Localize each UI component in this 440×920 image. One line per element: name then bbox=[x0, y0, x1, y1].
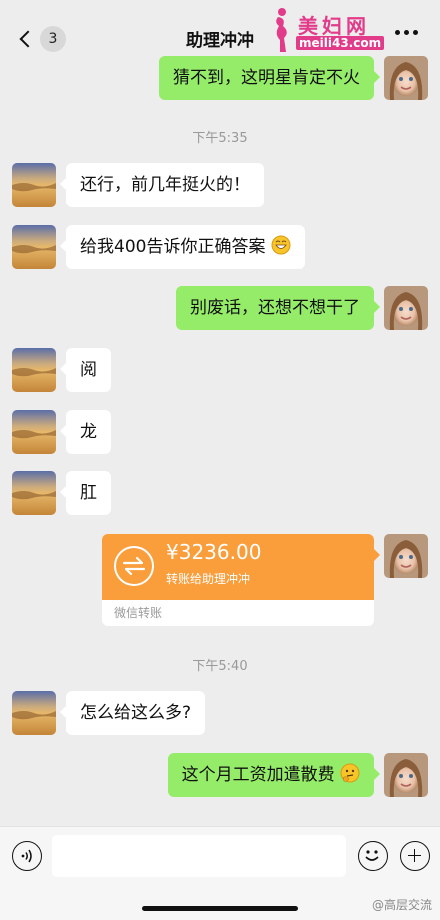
brand-url: meili43.com bbox=[296, 36, 385, 50]
timestamp: 下午5:40 bbox=[192, 659, 248, 674]
self-avatar[interactable] bbox=[384, 56, 428, 100]
emoji-icon bbox=[365, 850, 379, 861]
message-text: 给我400告诉你正确答案 bbox=[80, 237, 266, 257]
self-avatar[interactable] bbox=[384, 534, 428, 578]
contact-avatar[interactable] bbox=[12, 163, 56, 207]
dot bbox=[413, 30, 418, 35]
voice-button[interactable] bbox=[12, 841, 42, 871]
plus-button[interactable] bbox=[400, 841, 430, 871]
voice-icon bbox=[21, 849, 32, 863]
message-text: 这个月工资加遣散费 bbox=[181, 765, 335, 785]
message-bubble[interactable]: 怎么给这么多? bbox=[59, 691, 206, 735]
message-bubble[interactable]: 肛 bbox=[60, 471, 111, 515]
transfer-description: 转账给助理冲冲 bbox=[166, 572, 251, 586]
message-bubble[interactable]: 别废话，还想不想干了 bbox=[176, 286, 380, 330]
emoji-button[interactable] bbox=[358, 841, 388, 871]
message-row: 这个月工资加遣散费 bbox=[167, 753, 428, 797]
message-row: 还行，前几年挺火的！ bbox=[12, 163, 264, 207]
brand-name: 美妇网 bbox=[298, 14, 370, 38]
contact-avatar[interactable] bbox=[12, 225, 56, 269]
woman-silhouette-icon bbox=[276, 8, 287, 52]
message-row: 怎么给这么多? bbox=[12, 691, 206, 735]
transfer-bubble-tail bbox=[374, 549, 380, 561]
self-avatar[interactable] bbox=[384, 753, 428, 797]
message-bubble[interactable]: 龙 bbox=[60, 410, 111, 454]
message-row: 龙 bbox=[12, 410, 111, 454]
transfer-arrows-icon bbox=[114, 546, 154, 586]
dot bbox=[404, 30, 409, 35]
message-row: 阅 bbox=[12, 348, 111, 392]
message-bubble[interactable]: 还行，前几年挺火的！ bbox=[60, 163, 264, 207]
grin-emoji-icon bbox=[271, 235, 291, 255]
dot bbox=[395, 30, 400, 35]
self-avatar[interactable] bbox=[384, 286, 428, 330]
transfer-amount: ¥3236.00 bbox=[166, 540, 262, 564]
message-bubble[interactable]: 阅 bbox=[60, 348, 111, 392]
transfer-card[interactable]: ¥3236.00 转账给助理冲冲 微信转账 bbox=[102, 534, 374, 626]
message-bubble[interactable]: 给我400告诉你正确答案 bbox=[60, 225, 305, 269]
contact-avatar[interactable] bbox=[12, 348, 56, 392]
timestamp: 下午5:35 bbox=[192, 131, 248, 146]
message-row: 给我400告诉你正确答案 bbox=[12, 225, 305, 269]
home-indicator bbox=[142, 906, 298, 911]
contact-avatar[interactable] bbox=[12, 471, 56, 515]
message-row: 肛 bbox=[12, 471, 111, 515]
transfer-footer: 微信转账 bbox=[114, 606, 163, 620]
transfer-card-top: ¥3236.00 转账给助理冲冲 bbox=[102, 534, 374, 600]
message-row bbox=[384, 534, 428, 578]
message-row: 猜不到，这明星肯定不火 bbox=[159, 56, 428, 100]
message-row: 别废话，还想不想干了 bbox=[176, 286, 428, 330]
footer-watermark: @高层交流 bbox=[371, 898, 432, 912]
more-options-button[interactable] bbox=[395, 30, 418, 35]
contact-avatar[interactable] bbox=[12, 691, 56, 735]
message-bubble[interactable]: 猜不到，这明星肯定不火 bbox=[159, 56, 380, 100]
message-input[interactable] bbox=[52, 835, 346, 877]
message-bubble[interactable]: 这个月工资加遣散费 bbox=[167, 753, 381, 797]
contact-avatar[interactable] bbox=[12, 410, 56, 454]
thinking-emoji-icon bbox=[340, 763, 360, 783]
brand-watermark-logo: 美妇网 meili43.com bbox=[268, 6, 388, 56]
